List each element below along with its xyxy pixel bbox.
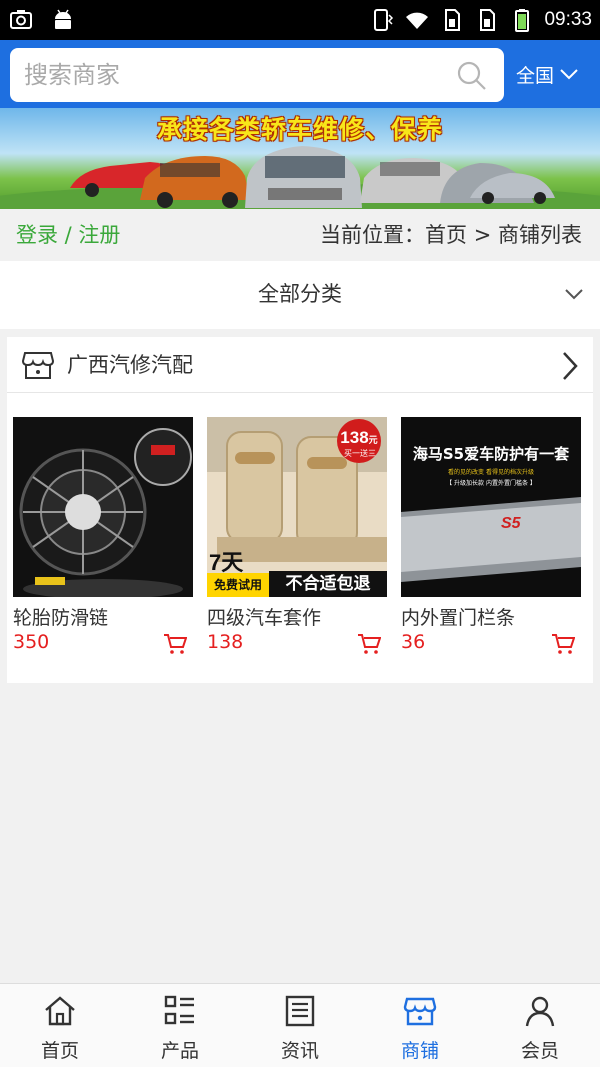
badge-trial: 免费试用 xyxy=(207,573,269,597)
chevron-right-icon[interactable] xyxy=(561,351,579,381)
tab-shops[interactable]: 商铺 xyxy=(360,984,480,1067)
region-label: 全国 xyxy=(516,64,555,87)
news-icon xyxy=(285,995,315,1027)
product-price: 36 xyxy=(401,631,426,653)
status-time: 09:33 xyxy=(544,9,592,30)
cart-icon[interactable] xyxy=(163,633,187,655)
shop-icon xyxy=(403,997,437,1026)
badge-price: 138元 xyxy=(340,428,378,447)
tab-label: 会员 xyxy=(520,1040,559,1062)
bottom-tab-bar: 首页 产品 资讯 商铺 会员 xyxy=(0,983,600,1067)
shop-header[interactable]: 广西汽修汽配 xyxy=(7,337,593,393)
product-card[interactable]: 138元 买一送三 7天 免费试用 不合适包退 四级汽车套作 138 xyxy=(207,417,387,667)
chevron-down-icon xyxy=(565,289,583,300)
product-image: 海马S5爱车防护有一套 看的见的改变 看得见的档次升级 【 升级加长款 内置外置… xyxy=(401,417,581,597)
cart-icon[interactable] xyxy=(551,633,575,655)
tab-label: 产品 xyxy=(160,1040,199,1062)
android-icon xyxy=(55,9,71,29)
product-banner-title: 海马S5爱车防护有一套 xyxy=(412,445,570,463)
vibrate-icon xyxy=(374,9,394,31)
product-image: 138元 买一送三 7天 免费试用 不合适包退 xyxy=(207,417,387,597)
tab-member[interactable]: 会员 xyxy=(480,984,600,1067)
store-icon xyxy=(21,352,55,379)
search-input[interactable] xyxy=(24,48,444,102)
battery-icon xyxy=(515,9,530,32)
shop-card: 广西汽修汽配 轮胎防滑链 350 138元 买一送三 7天 免费试用 不合适包退… xyxy=(7,337,593,683)
product-card[interactable]: 轮胎防滑链 350 xyxy=(13,417,193,667)
promo-banner[interactable]: 承接各类轿车维修、保养 xyxy=(0,108,600,209)
product-list: 轮胎防滑链 350 138元 买一送三 7天 免费试用 不合适包退 四级汽车套作… xyxy=(13,417,593,667)
screenshot-icon xyxy=(10,10,32,29)
tab-home[interactable]: 首页 xyxy=(0,984,120,1067)
badge-sub: 买一送三 xyxy=(344,449,376,458)
search-icon[interactable] xyxy=(456,60,488,92)
product-plate-text: S5 xyxy=(501,515,521,532)
wifi-icon xyxy=(406,12,429,29)
chevron-down-icon xyxy=(560,69,578,80)
sim-icon xyxy=(480,9,496,31)
product-name: 内外置门栏条 xyxy=(401,607,516,629)
home-icon xyxy=(45,996,75,1026)
login-register-link[interactable]: 登录 / 注册 xyxy=(16,209,120,261)
badge-return: 不合适包退 xyxy=(269,571,387,597)
region-selector[interactable]: 全国 xyxy=(516,40,600,108)
app-header: 全国 xyxy=(0,40,600,108)
category-label: 全部分类 xyxy=(258,282,342,306)
product-price: 138 xyxy=(207,631,244,653)
breadcrumb: 当前位置：首页 > 商铺列表 xyxy=(320,223,582,247)
sim-icon xyxy=(445,9,461,31)
tab-news[interactable]: 资讯 xyxy=(240,984,360,1067)
shop-name: 广西汽修汽配 xyxy=(67,353,193,377)
product-name: 轮胎防滑链 xyxy=(13,607,109,629)
product-image xyxy=(13,417,193,597)
list-icon xyxy=(164,995,194,1025)
product-banner-sub2: 【 升级加长款 内置外置门槛条 】 xyxy=(446,480,536,487)
banner-title: 承接各类轿车维修、保养 xyxy=(156,115,443,144)
product-price: 350 xyxy=(13,631,50,653)
product-name: 四级汽车套作 xyxy=(207,607,322,629)
tab-products[interactable]: 产品 xyxy=(120,984,240,1067)
breadcrumb-bar: 登录 / 注册 当前位置：首页 > 商铺列表 xyxy=(0,209,600,261)
product-card[interactable]: 海马S5爱车防护有一套 看的见的改变 看得见的档次升级 【 升级加长款 内置外置… xyxy=(401,417,581,667)
user-icon xyxy=(525,996,555,1027)
search-box[interactable] xyxy=(10,48,504,102)
tab-label: 首页 xyxy=(40,1040,79,1062)
status-bar: 09:33 xyxy=(0,0,600,40)
tab-label: 资讯 xyxy=(280,1040,319,1062)
product-banner-sub1: 看的见的改变 看得见的档次升级 xyxy=(448,469,534,476)
category-filter[interactable]: 全部分类 xyxy=(0,261,600,329)
cart-icon[interactable] xyxy=(357,633,381,655)
tab-label: 商铺 xyxy=(400,1040,439,1062)
